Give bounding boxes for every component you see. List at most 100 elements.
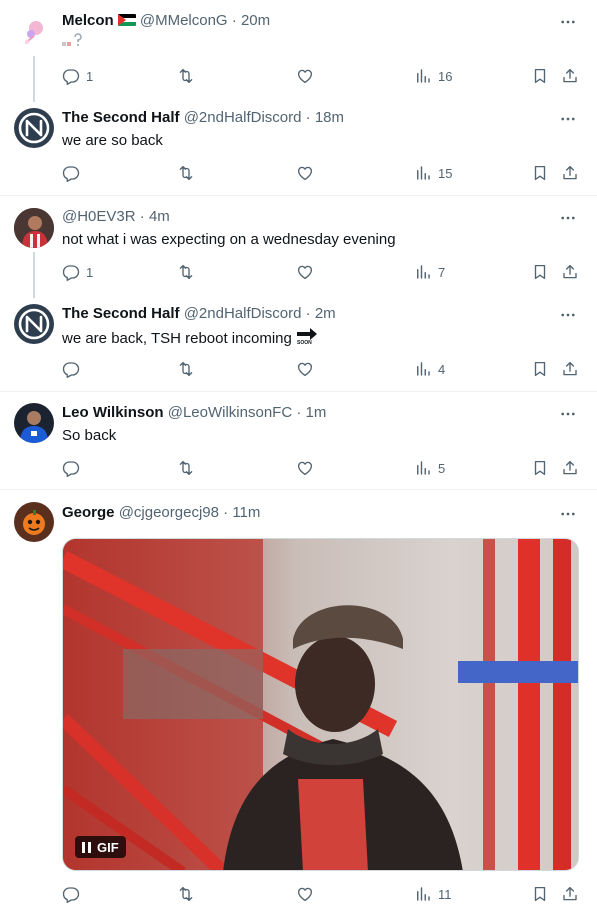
retweet-icon	[177, 885, 195, 903]
share-button[interactable]	[561, 884, 579, 904]
reply-button[interactable]: 1	[62, 66, 93, 86]
bookmark-button[interactable]	[531, 884, 549, 904]
reply-button[interactable]	[62, 359, 80, 379]
tweet-text: not what i was expecting on a wednesday …	[62, 231, 396, 248]
separator: ·	[223, 504, 229, 521]
share-icon	[561, 459, 579, 477]
timestamp[interactable]: 1m	[306, 404, 327, 421]
views-button[interactable]: 5	[414, 458, 445, 478]
avatar[interactable]	[14, 502, 54, 542]
views-count: 15	[438, 165, 453, 181]
retweet-button[interactable]	[177, 163, 195, 183]
tweet[interactable]: Leo Wilkinson @LeoWilkinsonFC · 1m So ba…	[0, 392, 597, 489]
share-button[interactable]	[561, 359, 579, 379]
tweet-text: we are back, TSH reboot incoming	[62, 330, 292, 347]
views-button[interactable]: 7	[414, 262, 445, 282]
like-button[interactable]	[296, 884, 314, 904]
like-icon	[296, 263, 314, 281]
display-name[interactable]: The Second Half	[62, 305, 180, 322]
timestamp[interactable]: 18m	[315, 109, 344, 126]
share-button[interactable]	[561, 458, 579, 478]
reply-count: 1	[86, 68, 94, 84]
views-icon	[414, 360, 432, 378]
bookmark-button[interactable]	[531, 66, 549, 86]
tweet[interactable]: Melcon @MMelconG · 20m 1 16	[0, 0, 597, 102]
retweet-button[interactable]	[177, 458, 195, 478]
more-icon[interactable]	[559, 13, 577, 31]
bookmark-icon	[531, 67, 549, 85]
tweet[interactable]: The Second Half @2ndHalfDiscord · 2m we …	[0, 294, 597, 391]
avatar[interactable]	[14, 403, 54, 443]
share-icon	[561, 360, 579, 378]
reply-button[interactable]	[62, 163, 80, 183]
views-button[interactable]: 4	[414, 359, 445, 379]
separator: ·	[139, 208, 145, 225]
timestamp[interactable]: 11m	[232, 504, 260, 521]
views-button[interactable]: 16	[414, 66, 452, 86]
reply-count: 1	[86, 264, 94, 280]
share-button[interactable]	[561, 163, 579, 183]
reply-button[interactable]: 1	[62, 262, 93, 282]
bookmark-button[interactable]	[531, 163, 549, 183]
user-handle[interactable]: @cjgeorgecj98	[119, 504, 219, 521]
retweet-button[interactable]	[177, 359, 195, 379]
views-button[interactable]: 15	[414, 163, 452, 183]
display-name[interactable]: The Second Half	[62, 109, 180, 126]
reply-icon	[62, 885, 80, 903]
reply-button[interactable]	[62, 884, 80, 904]
tweet-header: Melcon @MMelconG · 20m	[62, 11, 270, 31]
tweet[interactable]: The Second Half @2ndHalfDiscord · 18m we…	[0, 98, 597, 195]
user-handle[interactable]: @2ndHalfDiscord	[184, 109, 302, 126]
views-count: 16	[438, 68, 453, 84]
retweet-button[interactable]	[177, 884, 195, 904]
gif-media[interactable]: GIF	[62, 538, 579, 871]
timestamp[interactable]: 4m	[149, 208, 170, 225]
tweet-text-row: we are back, TSH reboot incoming SOON	[62, 327, 318, 349]
like-button[interactable]	[296, 163, 314, 183]
share-button[interactable]	[561, 66, 579, 86]
retweet-icon	[177, 360, 195, 378]
avatar[interactable]	[14, 304, 54, 344]
like-button[interactable]	[296, 66, 314, 86]
like-button[interactable]	[296, 458, 314, 478]
user-handle[interactable]: @LeoWilkinsonFC	[168, 404, 292, 421]
thread-connector	[33, 252, 35, 298]
avatar[interactable]	[14, 208, 54, 248]
bookmark-button[interactable]	[531, 262, 549, 282]
avatar[interactable]	[14, 12, 54, 52]
views-icon	[414, 885, 432, 903]
retweet-button[interactable]	[177, 66, 195, 86]
share-button[interactable]	[561, 262, 579, 282]
tweet[interactable]: @H0EV3R · 4m not what i was expecting on…	[0, 196, 597, 298]
reply-button[interactable]	[62, 458, 80, 478]
more-icon[interactable]	[559, 209, 577, 227]
like-button[interactable]	[296, 359, 314, 379]
tweet-header: @H0EV3R · 4m	[62, 207, 170, 227]
reply-icon	[62, 67, 80, 85]
emoji-icon	[62, 33, 84, 51]
user-handle[interactable]: @MMelconG	[140, 12, 228, 29]
bookmark-icon	[531, 263, 549, 281]
timestamp[interactable]: 20m	[241, 12, 270, 29]
display-name[interactable]: Melcon	[62, 12, 114, 29]
display-name[interactable]: George	[62, 504, 115, 521]
timestamp[interactable]: 2m	[315, 305, 336, 322]
views-icon	[414, 67, 432, 85]
more-icon[interactable]	[559, 306, 577, 324]
more-icon[interactable]	[559, 405, 577, 423]
display-name[interactable]: Leo Wilkinson	[62, 404, 164, 421]
user-handle[interactable]: @2ndHalfDiscord	[184, 305, 302, 322]
bookmark-button[interactable]	[531, 458, 549, 478]
gif-badge[interactable]: GIF	[75, 836, 126, 858]
bookmark-button[interactable]	[531, 359, 549, 379]
soon-arrow-icon: SOON	[296, 327, 318, 347]
tweet-header: George @cjgeorgecj98 · 11m	[62, 503, 260, 523]
views-button[interactable]: 11	[414, 884, 452, 904]
user-handle[interactable]: @H0EV3R	[62, 208, 136, 225]
more-icon[interactable]	[559, 110, 577, 128]
like-button[interactable]	[296, 262, 314, 282]
avatar[interactable]	[14, 108, 54, 148]
tweet-actions: 4	[62, 359, 582, 379]
more-icon[interactable]	[559, 505, 577, 523]
retweet-button[interactable]	[177, 262, 195, 282]
